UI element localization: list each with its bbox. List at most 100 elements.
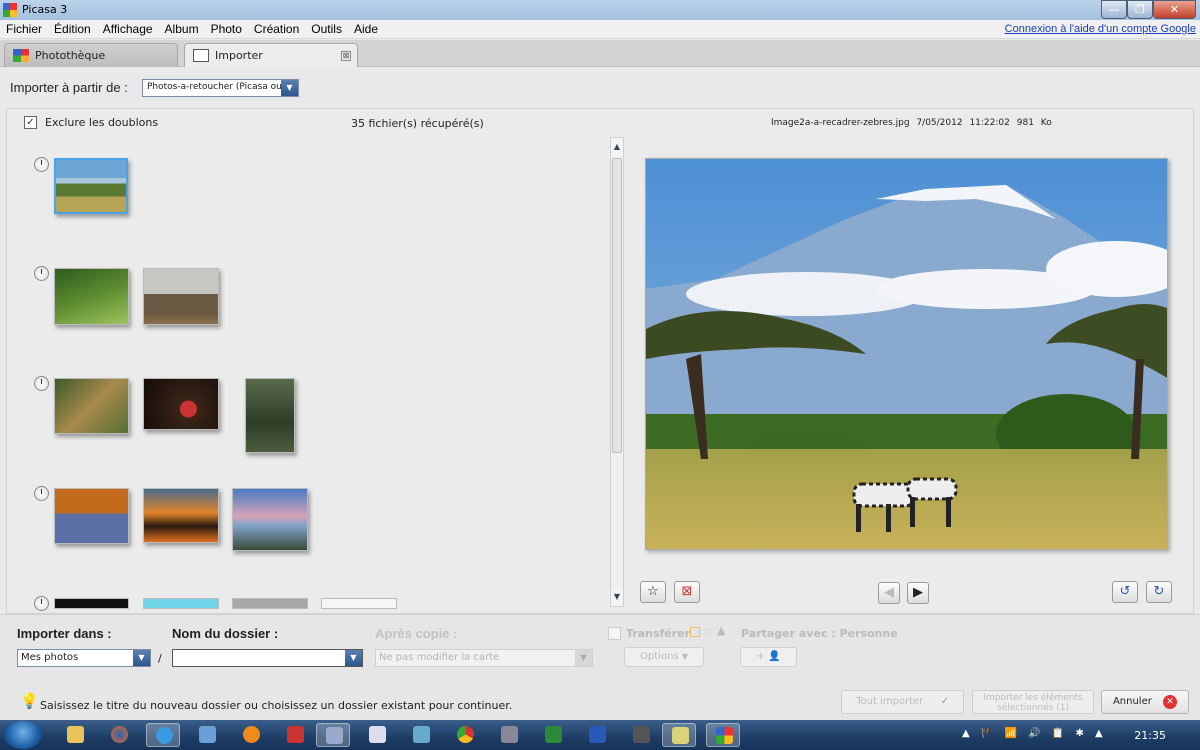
import-selected-button[interactable]: Importer les éléments sélectionnés (1) [972,690,1094,714]
import-source-label: Importer à partir de : [10,80,128,95]
import-all-button[interactable]: Tout importer ✓ [841,690,964,714]
import-into-value: Mes photos [21,652,79,663]
add-person-button[interactable]: + 👤 [740,647,797,667]
menu-photo[interactable]: Photo [205,20,248,36]
exclude-duplicates-checkbox[interactable]: ✓ Exclure les doublons [24,116,158,129]
import-camera-icon [193,49,209,62]
chevron-down-icon[interactable]: ▼ [575,650,592,666]
thumbnail-lake[interactable] [232,488,308,551]
thumbnail-lion-reflection[interactable] [54,488,129,544]
title-bar: Picasa 3 — ❐ ✕ [0,0,1200,20]
thumbnail-zebra-forest[interactable] [54,268,129,325]
thumbnail-hands-fruit[interactable] [143,378,219,430]
tray-flag-icon[interactable]: 🏴 [981,728,993,739]
cancel-label: Annuler [1112,696,1152,707]
thumbnail-partial[interactable] [232,598,308,609]
taskbar-clock[interactable]: 21:35 [1134,729,1166,742]
tab-close-icon[interactable]: ⊠ [341,51,351,61]
chevron-right-icon: ▶ [913,585,923,600]
menu-outils[interactable]: Outils [305,20,348,36]
rotate-right-icon: ↻ [1153,584,1165,599]
thumbnail-kilimanjaro[interactable] [54,158,128,214]
thumbnail-partial[interactable] [321,598,397,609]
chevron-down-icon[interactable]: ▼ [281,80,298,96]
selected-file-date: 7/05/2012 11:22:02 [916,118,1010,128]
scroll-down-icon[interactable]: ▼ [611,588,623,606]
minimize-button[interactable]: — [1101,0,1127,19]
rotate-left-button[interactable]: ↺ [1112,581,1138,603]
after-copy-select[interactable]: Ne pas modifier la carte ▼ [375,649,593,667]
app-icon[interactable] [278,723,312,747]
start-orb-icon[interactable] [4,721,42,749]
chevron-down-icon[interactable]: ▼ [133,650,150,666]
scroll-thumb[interactable] [612,158,622,453]
notepad-icon[interactable] [360,723,394,747]
rotate-right-button[interactable]: ↻ [1146,581,1172,603]
thumbnail-partial[interactable] [54,598,129,609]
menu-aide[interactable]: Aide [348,20,384,36]
rating-box-icon [690,627,700,637]
chevron-down-icon: ▼ [681,652,688,661]
app-icon[interactable] [190,723,224,747]
folder-name-input[interactable]: ▼ [172,649,363,667]
app-icon[interactable] [316,723,350,747]
status-message: Saisissez le titre du nouveau dossier ou… [40,699,513,712]
chrome-icon[interactable] [448,723,482,747]
calculator-icon[interactable] [492,723,526,747]
options-button[interactable]: Options ▼ [624,647,704,667]
star-button[interactable]: ☆ [640,581,666,603]
tray-show-hidden-icon[interactable]: ▲ [962,728,970,739]
media-player-icon[interactable] [234,723,268,747]
app-icon[interactable] [662,723,696,747]
tab-label: Importer [215,49,263,62]
import-source-select[interactable]: Photos-a-retoucher (Picasa ou O ▼ [142,79,299,97]
reject-icon: ⊠ [681,584,693,599]
tray-network-icon[interactable]: 📶 [1005,728,1017,739]
tray-drive-icon[interactable]: ▲ [1095,728,1103,739]
excel-icon[interactable] [536,723,570,747]
word-icon[interactable] [580,723,614,747]
import-into-select[interactable]: Mes photos ▼ [17,649,151,667]
selected-file-size: 981 Ko [1016,118,1052,128]
menu-edition[interactable]: Édition [48,20,97,36]
import-into-label: Importer dans : [17,626,112,641]
tray-volume-icon[interactable]: 🔊 [1028,728,1040,739]
tab-phototheque[interactable]: Photothèque [4,43,178,67]
cancel-button[interactable]: Annuler ✕ [1101,690,1189,714]
system-tray[interactable]: ▲ 🏴 📶 🔊 📋 ✱ ▲ [962,728,1103,739]
import-all-label: Tout importer [856,696,924,707]
menu-creation[interactable]: Création [248,20,305,36]
windows-taskbar: ▲ 🏴 📶 🔊 📋 ✱ ▲ [0,720,1200,750]
reject-button[interactable]: ⊠ [674,581,700,603]
app-icon[interactable] [404,723,438,747]
thumbnail-partial[interactable] [143,598,219,609]
transfer-checkbox[interactable] [608,627,621,640]
menu-album[interactable]: Album [159,20,205,36]
thumbnail-scrollbar[interactable]: ▲ ▼ [610,137,624,607]
app-icon[interactable] [624,723,658,747]
tray-app-icon[interactable]: ✱ [1075,728,1083,739]
thumbnail-elephants[interactable] [143,268,219,325]
scroll-up-icon[interactable]: ▲ [611,138,623,156]
path-separator: / [158,652,162,665]
thumbnail-sunset[interactable] [143,488,219,543]
menu-affichage[interactable]: Affichage [97,20,159,36]
internet-explorer-icon[interactable] [146,723,180,747]
explorer-icon[interactable] [58,723,92,747]
maximize-button[interactable]: ❐ [1127,0,1153,19]
previous-photo-button[interactable]: ◀ [878,582,900,604]
thumbnail-cheetahs[interactable] [54,378,129,434]
rotate-left-icon: ↺ [1119,584,1131,599]
tab-importer[interactable]: Importer ⊠ [184,43,358,67]
close-button[interactable]: ✕ [1153,0,1196,19]
menu-fichier[interactable]: Fichier [0,20,48,36]
next-photo-button[interactable]: ▶ [907,582,929,604]
clock-icon [34,266,49,281]
check-icon[interactable]: ✓ [24,116,37,129]
picasa-taskbar-icon[interactable] [706,723,740,747]
chevron-down-icon[interactable]: ▼ [345,650,362,666]
thumbnail-forest-vertical[interactable] [245,378,295,453]
tray-clipboard-icon[interactable]: 📋 [1052,728,1064,739]
google-signin-link[interactable]: Connexion à l'aide d'un compte Google [1005,23,1196,35]
firefox-icon[interactable] [102,723,136,747]
